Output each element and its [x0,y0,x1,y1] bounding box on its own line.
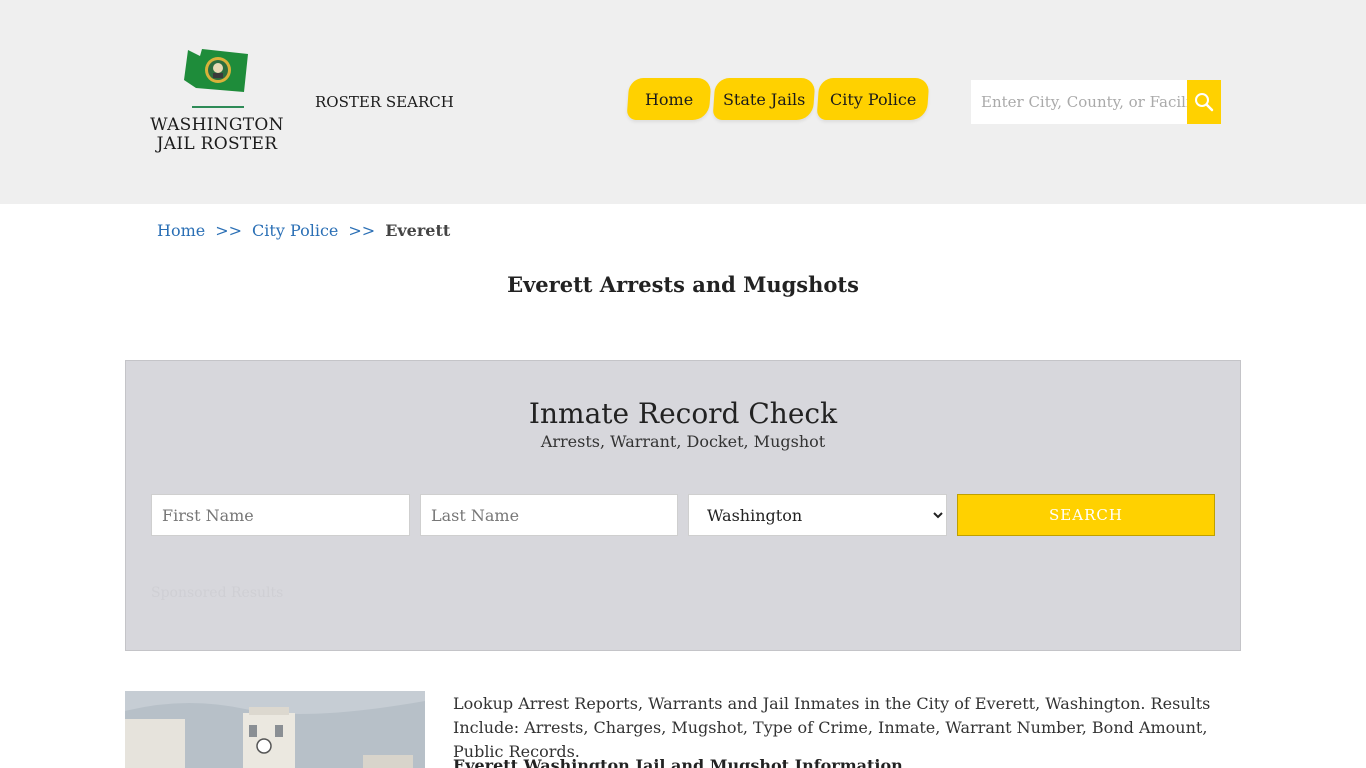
breadcrumb-separator: >> [348,221,376,240]
first-name-input[interactable] [151,494,410,536]
record-search-button[interactable]: SEARCH [957,494,1215,536]
nav-state-jails-label: State Jails [722,89,806,109]
header-search-button[interactable] [1187,80,1221,124]
intro-paragraph: Lookup Arrest Reports, Warrants and Jail… [453,694,1211,761]
jail-info-heading: Everett Washington Jail and Mugshot Info… [453,756,903,768]
site-header: WASHINGTON JAIL ROSTER ROSTER SEARCH Hom… [0,0,1366,204]
search-icon [1195,93,1214,112]
record-check-title: Inmate Record Check [528,397,838,430]
site-logo[interactable]: WASHINGTON JAIL ROSTER [148,44,288,156]
nav-home[interactable]: Home [626,78,712,120]
nav-state-jails[interactable]: State Jails [712,78,816,120]
everett-building-photo [125,691,425,768]
logo-text-line2: JAIL ROSTER [156,134,278,154]
nav-city-police[interactable]: City Police [816,78,930,120]
logo-divider [192,106,244,108]
inmate-record-check-panel: Inmate Record Check Arrests, Warrant, Do… [125,360,1241,651]
sponsored-results-label: Sponsored Results [151,585,284,601]
record-check-subtitle: Arrests, Warrant, Docket, Mugshot [540,432,826,451]
washington-flag-map-icon [184,49,248,92]
logo-text-line1: WASHINGTON [150,115,284,135]
last-name-input[interactable] [420,494,678,536]
state-select[interactable]: Washington [688,494,947,536]
breadcrumb-city-police[interactable]: City Police [252,221,338,240]
clock-tower-image [125,691,425,768]
nav-home-label: Home [644,89,694,109]
header-search [971,80,1221,124]
logo-text: WASHINGTON JAIL ROSTER [148,116,286,154]
nav-city-police-label: City Police [829,89,917,109]
roster-search-link[interactable]: ROSTER SEARCH [315,93,454,111]
breadcrumb-separator: >> [215,221,243,240]
breadcrumb: Home >> City Police >> Everett [157,221,450,240]
breadcrumb-current: Everett [385,221,451,240]
breadcrumb-home[interactable]: Home [157,221,205,240]
header-search-input[interactable] [971,80,1187,124]
page-title: Everett Arrests and Mugshots [507,272,859,297]
